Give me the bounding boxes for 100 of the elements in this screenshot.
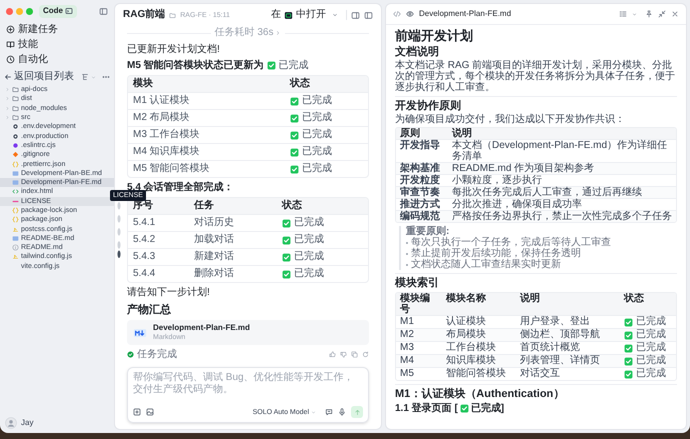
table-cell-text: M4 [399,355,415,367]
table-cell-text: 认证模块 [445,316,487,328]
nav-item[interactable]: 技能 [0,37,114,52]
eye-icon[interactable] [406,10,414,18]
section-heading: 模块索引 [395,277,440,290]
avatar-icon[interactable] [5,417,17,429]
table-cell-text: 用户登录、登出 [519,316,591,328]
sidebar-toggle-icon[interactable] [99,6,108,16]
table-cell-text: 分批次推进，确保项目成功率 [451,199,583,210]
note-title: 重要原则: [406,226,450,237]
check-circle-icon [127,351,134,358]
status-text: 已完成 [302,95,332,107]
table-cell-text: 5.4.4 [132,267,156,281]
list-icon[interactable] [619,10,627,18]
send-button[interactable] [351,406,363,418]
status-text: 已完成 [294,251,324,263]
table-cell-text: M5 [399,368,415,380]
braces-icon [12,207,19,214]
table-cell-text: 架构基准 [399,163,441,174]
open-in-dropdown[interactable]: 在 中打开 [267,8,342,22]
image-icon[interactable] [146,408,154,416]
message-text: 已更新开发计划文档! [127,43,221,56]
document-title: 前端开发计划 [395,28,474,43]
list-item-text: 每次只执行一个子任务，完成后等待人工审查 [411,237,611,248]
back-link[interactable]: 返回项目列表 [4,72,74,82]
status-text: 已完成 [302,146,332,158]
status-text: 已完成 [294,268,324,280]
thumbs-down-icon[interactable] [340,351,347,358]
table-cell-text: 对话历史 [192,216,235,230]
table-cell-text: 首页统计概览 [519,342,581,354]
task-title: RAG前端 [123,10,166,20]
list-item-text: 文档状态随人工审查结果实时更新 [411,259,561,270]
folder-icon [169,12,176,18]
table-cell-text: M2 布局模块 [132,110,191,125]
chat-icon[interactable] [325,408,333,416]
clock-icon [6,55,15,64]
app-badge: Code [39,4,77,18]
plus-circle-icon [6,25,15,34]
caret-down-icon [311,410,316,414]
table-cell-text: M4 知识库模块 [132,144,201,159]
status-text: 已完成 [294,234,324,246]
code-icon [12,188,19,196]
artifact-name: Development-Plan-FE.md [153,323,250,333]
user-name: Jay [21,417,34,429]
refresh-icon[interactable] [362,351,369,358]
folder-icon [12,95,19,102]
circle-icon [12,142,19,149]
table-cell-text: 5.4.1 [132,216,156,230]
table-cell-text: 开发粒度 [399,175,441,186]
nav-item[interactable]: 自动化 [0,52,114,67]
sidebar-icon[interactable] [364,10,373,20]
collapse-icon[interactable] [658,10,666,18]
code-icon[interactable] [393,10,401,18]
table-cell-text: 本文档（Development-Plan-FE.md）作为详细任务清单 [451,140,668,162]
status-text: 已完成 [302,129,332,141]
file-title: Development-Plan-FE.md [419,10,512,18]
message-nav-drawing[interactable] [116,202,122,258]
task-status: 任务完成 [137,350,177,360]
status-text: 已完成 [636,355,666,367]
subsection-status: 已完成] [470,403,504,414]
table-cell-text: 新建对话 [192,250,235,264]
table-cell-text: 5.4.3 [132,250,156,264]
table-cell-text: M1 认证模块 [132,94,191,108]
copy-icon[interactable] [351,351,358,358]
table-cell-text: M2 [399,329,415,341]
arrow-up-icon [354,408,360,416]
status-text: 已完成 [636,329,666,341]
status-text: 已完成 [636,368,666,380]
table-cell-text: 知识库模块 [445,355,497,367]
section-heading: M1：认证模块（Authentication） [395,388,566,401]
microphone-icon[interactable] [338,408,346,416]
paragraph: 本文档记录 RAG 前端项目的详细开发计划，采用分模块、分批次的管理方式，每个模块的开发任务将拆分为具体子任务，便于逐步执行和人工审查。 [395,60,676,93]
table-cell-text: 删除对话 [192,266,235,281]
section-heading: 文档说明 [395,46,440,59]
table-cell-text: 侧边栏、顶部导航 [519,329,601,341]
braces-icon [12,216,19,224]
more-icon[interactable] [102,73,110,81]
status-text: 已完成 [636,316,666,328]
nav-item[interactable]: 新建任务 [0,22,114,37]
list-item-text: 禁止提前开发后续功能，保持任务透明 [411,248,581,259]
table-cell-text: 每批次任务完成后人工审查，通过后再继续 [451,187,643,198]
pin-icon[interactable] [645,10,653,18]
table-cell-text: README.md 作为项目架构参考 [451,163,596,174]
message-text: 请告知下一步计划! [127,286,211,299]
status-text: 已完成 [636,342,666,354]
table-cell-text: M5 智能问答模块 [132,162,211,176]
subsection-heading: 1.1 登录页面 [ [395,403,458,414]
status-text: 已完成 [302,163,332,175]
close-icon[interactable] [671,10,679,18]
table-cell-text: 工作台模块 [445,342,497,354]
square-plus-icon[interactable] [133,408,141,416]
column-header: 任务 [192,198,215,213]
section-heading: 开发协作原则 [395,100,462,113]
panel-icon[interactable] [351,10,360,20]
caret-down-icon[interactable] [632,12,637,16]
caret-down-icon[interactable] [91,74,96,80]
table-cell-text: 布局模块 [445,329,487,341]
folder-icon [12,86,19,94]
thumbs-up-icon[interactable] [329,351,336,358]
table-cell-text: 开发指导 [399,140,441,153]
